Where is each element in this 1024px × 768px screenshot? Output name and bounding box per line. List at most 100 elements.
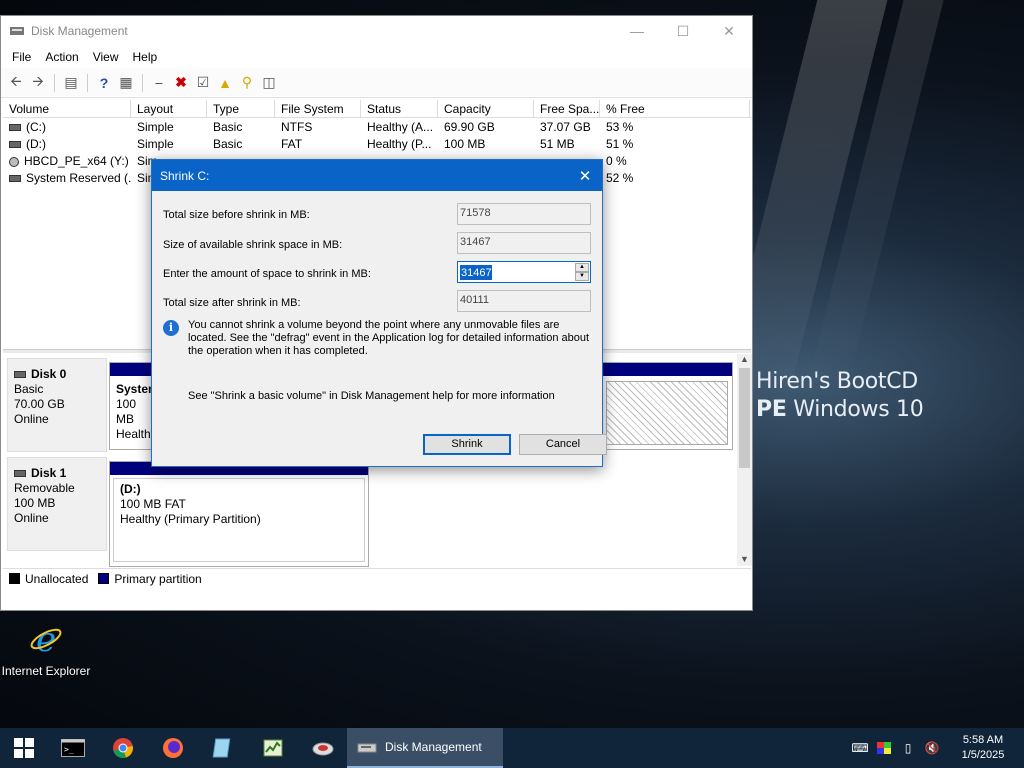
cancel-button[interactable]: Cancel <box>519 434 607 455</box>
menu-help[interactable]: Help <box>126 50 165 64</box>
wallpaper-title: Hiren's BootCD <box>756 369 918 394</box>
disk-management-app-icon <box>10 27 24 35</box>
scroll-thumb[interactable] <box>739 368 750 468</box>
partition-d[interactable]: (D:) 100 MB FAT Healthy (Primary Partiti… <box>109 461 369 567</box>
console-tree-icon[interactable]: ▤ <box>60 72 82 94</box>
dialog-titlebar[interactable]: Shrink C: ✕ <box>152 160 602 191</box>
folder-search-icon[interactable]: ⚲ <box>236 72 258 94</box>
column-status[interactable]: Status <box>361 100 438 117</box>
column-layout[interactable]: Layout <box>131 100 207 117</box>
dialog-close-icon[interactable]: ✕ <box>568 160 602 191</box>
volume-icon <box>9 124 21 132</box>
toolbar-separator <box>87 73 88 92</box>
color-grid-icon <box>877 742 891 754</box>
legend-unallocated: Unallocated <box>25 571 89 586</box>
taskbar-disk-tool[interactable] <box>298 728 348 768</box>
table-row[interactable]: (C:) Simple Basic NTFS Healthy (A... 69.… <box>3 119 751 136</box>
keyboard-layout-icon[interactable]: ⌨ <box>848 728 872 768</box>
cell-percent-free: 51 % <box>606 137 634 151</box>
cd-drive-icon <box>9 156 19 167</box>
menu-view[interactable]: View <box>86 50 126 64</box>
delete-icon[interactable]: ✖ <box>170 72 192 94</box>
disk-tool-icon <box>312 742 334 756</box>
legend-primary-partition: Primary partition <box>114 571 202 586</box>
partition-system-reserved[interactable]: System 100 MB Healthy <box>109 362 159 450</box>
svg-text:e: e <box>36 622 56 656</box>
toolbar-separator <box>142 73 143 92</box>
notepad-icon <box>212 738 231 758</box>
disk-icon <box>14 470 26 478</box>
disk-name: Disk 0 <box>31 367 67 381</box>
scroll-down-icon[interactable]: ▼ <box>737 554 752 566</box>
disk-map-scrollbar[interactable]: ▲ ▼ <box>737 354 752 566</box>
menu-file[interactable]: File <box>5 50 38 64</box>
windows-logo-icon <box>14 738 34 758</box>
taskbar-chrome[interactable] <box>98 728 148 768</box>
properties-icon[interactable]: ▦ <box>115 72 137 94</box>
shrink-amount-input[interactable] <box>460 265 572 280</box>
disk-kind: Removable <box>14 481 75 495</box>
command-prompt-icon: >_ <box>61 739 85 757</box>
taskbar-command-prompt[interactable]: >_ <box>48 728 98 768</box>
column-free-space[interactable]: Free Spa... <box>534 100 600 117</box>
partition-status: Healthy (Primary Partition) <box>120 512 261 526</box>
list-view-icon[interactable]: ◫ <box>258 72 280 94</box>
shrink-button[interactable]: Shrink <box>423 434 511 455</box>
cell-volume: (C:) <box>26 120 46 134</box>
cell-free-space: 37.07 GB <box>540 120 591 134</box>
cell-type: Basic <box>213 120 243 134</box>
minimize-button[interactable]: — <box>614 16 660 46</box>
spin-down-icon[interactable]: ▼ <box>575 272 589 281</box>
close-button[interactable]: ✕ <box>706 16 752 46</box>
partition-size: 100 MB FAT <box>120 497 186 511</box>
column-percent-free[interactable]: % Free <box>600 100 750 117</box>
volume-icon <box>9 141 21 149</box>
forward-arrow-icon[interactable]: 🡪 <box>27 72 49 94</box>
chrome-icon <box>113 738 133 758</box>
taskbar-notepad[interactable] <box>198 728 248 768</box>
help-icon[interactable]: ? <box>93 72 115 94</box>
taskbar: >_ Disk Management ⌨ ▯ 🔇 5:58 AM 1/5/202… <box>0 728 1024 768</box>
spin-up-icon[interactable]: ▲ <box>575 263 589 272</box>
display-color-icon[interactable] <box>872 728 896 768</box>
partition-title: (D:) <box>120 482 141 496</box>
cell-layout: Simple <box>137 137 174 151</box>
menu-action[interactable]: Action <box>38 50 85 64</box>
taskbar-task-manager[interactable] <box>248 728 298 768</box>
checklist-icon[interactable]: ☑ <box>192 72 214 94</box>
connect-icon[interactable]: ⎯ <box>148 72 170 94</box>
cell-type: Basic <box>213 137 243 151</box>
taskbar-disk-management[interactable]: Disk Management <box>347 728 503 768</box>
folder-up-icon[interactable]: ▲ <box>214 72 236 94</box>
partition-size: 100 MB <box>116 397 137 426</box>
usb-drive-icon[interactable]: ▯ <box>896 728 920 768</box>
disk-state: Online <box>14 511 49 525</box>
firefox-icon <box>163 738 183 758</box>
disk-0-label[interactable]: Disk 0 Basic 70.00 GB Online <box>7 358 107 452</box>
info-icon: i <box>163 320 179 336</box>
disk-1-label[interactable]: Disk 1 Removable 100 MB Online <box>7 457 107 551</box>
table-row[interactable]: (D:) Simple Basic FAT Healthy (P... 100 … <box>3 136 751 153</box>
column-type[interactable]: Type <box>207 100 275 117</box>
toolbar-separator <box>54 73 55 92</box>
taskbar-firefox[interactable] <box>148 728 198 768</box>
desktop-icon-internet-explorer[interactable]: e Internet Explorer <box>0 620 92 678</box>
partition-c[interactable] <box>601 362 733 450</box>
volume-muted-icon[interactable]: 🔇 <box>920 728 944 768</box>
maximize-button[interactable]: ☐ <box>660 16 706 46</box>
available-shrink-label: Size of available shrink space in MB: <box>163 239 343 251</box>
start-button[interactable] <box>0 728 48 768</box>
column-volume[interactable]: Volume <box>3 100 131 117</box>
active-task-label: Disk Management <box>385 740 482 754</box>
clock[interactable]: 5:58 AM 1/5/2025 <box>950 733 1016 763</box>
disk-size: 70.00 GB <box>14 397 65 411</box>
cell-volume: (D:) <box>26 137 46 151</box>
total-size-after-label: Total size after shrink in MB: <box>163 297 301 309</box>
scroll-up-icon[interactable]: ▲ <box>737 354 752 366</box>
column-file-system[interactable]: File System <box>275 100 361 117</box>
window-title: Disk Management <box>31 24 128 38</box>
primary-partition-bar <box>602 363 732 376</box>
column-capacity[interactable]: Capacity <box>438 100 534 117</box>
shrink-amount-stepper[interactable]: ▲ ▼ <box>457 261 591 283</box>
back-arrow-icon[interactable]: 🡨 <box>5 72 27 94</box>
